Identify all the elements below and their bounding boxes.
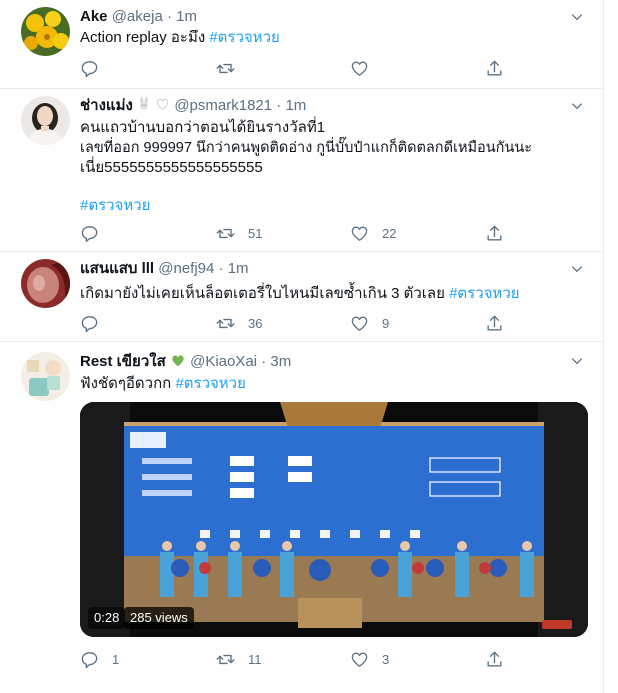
tweet-actions: 51 22 <box>80 221 510 245</box>
tweet-text: ฟังชัดๆอีดวกก #ตรวจหวย <box>80 374 580 394</box>
green-heart-icon <box>170 353 190 370</box>
hashtag-link[interactable]: #ตรวจหวย <box>209 29 279 46</box>
like-button[interactable]: 9 <box>350 311 389 335</box>
reply-icon <box>81 225 98 242</box>
display-name[interactable]: ช่างแม่ง <box>80 97 133 114</box>
timestamp[interactable]: 1m <box>176 8 197 25</box>
tweet-header: Ake @akeja · 1m <box>80 7 197 27</box>
tweet[interactable]: แสนแสบ lll @nefj94 · 1m เกิดมายังไม่เคยเ… <box>0 252 604 342</box>
avatar[interactable] <box>21 7 70 56</box>
retweet-icon <box>216 228 235 238</box>
avatar[interactable] <box>21 352 70 401</box>
reply-button[interactable]: 1 <box>80 647 119 671</box>
tweet-header: Rest เขียวใส @KiaoXai · 3m <box>80 352 291 372</box>
retweet-icon <box>216 654 235 664</box>
hashtag-link[interactable]: #ตรวจหวย <box>175 375 245 392</box>
retweet-count: 11 <box>248 651 262 667</box>
heart-icon <box>351 315 368 331</box>
share-button[interactable] <box>485 311 504 335</box>
retweet-count: 51 <box>248 225 263 241</box>
retweet-count: 36 <box>248 315 263 331</box>
heart-icon <box>351 60 368 76</box>
separator: · <box>166 8 172 25</box>
timeline: Ake @akeja · 1m Action replay อะมึง #ตรว… <box>0 0 604 693</box>
chevron-down-icon[interactable] <box>570 99 584 113</box>
tweet-header: แสนแสบ lll @nefj94 · 1m <box>80 259 249 279</box>
heart-icon <box>351 651 368 667</box>
avatar[interactable] <box>21 96 70 145</box>
username[interactable]: @akeja <box>112 8 163 25</box>
display-name[interactable]: แสนแสบ lll <box>80 260 154 277</box>
like-count: 22 <box>382 225 397 241</box>
rabbit-icon <box>137 97 155 114</box>
like-count: 9 <box>382 315 390 331</box>
timestamp[interactable]: 3m <box>270 353 291 370</box>
reply-icon <box>81 315 98 332</box>
like-button[interactable]: 3 <box>350 647 389 671</box>
tweet-actions: 1 11 3 <box>80 647 510 671</box>
reply-button[interactable] <box>80 311 112 335</box>
share-icon <box>487 60 502 76</box>
timestamp[interactable]: 1m <box>228 260 249 277</box>
retweet-button[interactable]: 36 <box>216 311 262 335</box>
separator: · <box>276 97 282 114</box>
tweet-text-content: ฟังชัดๆอีดวกก <box>80 375 176 392</box>
tweet-text: เกิดมายังไม่เคยเห็นล็อตเตอรี่ใบไหนมีเลขซ… <box>80 284 580 304</box>
like-button[interactable] <box>350 56 382 80</box>
retweet-button[interactable] <box>216 56 248 80</box>
chevron-down-icon[interactable] <box>570 354 584 368</box>
username[interactable]: @psmark1821 <box>174 97 272 114</box>
chevron-down-icon[interactable] <box>570 10 584 24</box>
share-icon <box>487 315 502 331</box>
tweet-text: คนแถวบ้านบอกว่าตอนได้ยินรางวัลที่1 เลขที… <box>80 118 580 216</box>
hashtag-link[interactable]: #ตรวจหวย <box>80 196 580 216</box>
share-icon <box>487 225 502 241</box>
separator: · <box>218 260 224 277</box>
video-duration: 0:28 <box>88 607 126 629</box>
share-button[interactable] <box>485 647 504 671</box>
tweet[interactable]: ช่างแม่ง @psmark1821 · 1m คนแถวบ้านบอกว่… <box>0 89 604 252</box>
hashtag-link[interactable]: #ตรวจหวย <box>449 285 519 302</box>
avatar[interactable] <box>21 259 70 308</box>
like-count: 3 <box>382 651 390 667</box>
share-icon <box>487 651 502 667</box>
video-thumbnail <box>80 402 588 637</box>
white-heart-icon <box>155 97 174 114</box>
video-views: 285 views <box>124 607 194 629</box>
like-button[interactable]: 22 <box>350 221 396 245</box>
reply-icon <box>81 651 98 668</box>
chevron-down-icon[interactable] <box>570 262 584 276</box>
tweet-header: ช่างแม่ง @psmark1821 · 1m <box>80 96 306 116</box>
display-name[interactable]: Rest เขียวใส <box>80 353 166 370</box>
username[interactable]: @KiaoXai <box>190 353 257 370</box>
tweet-text: Action replay อะมึง #ตรวจหวย <box>80 28 580 48</box>
tweet-text-content: Action replay อะมึง <box>80 29 210 46</box>
retweet-button[interactable]: 51 <box>216 221 262 245</box>
tweet-text-content: เกิดมายังไม่เคยเห็นล็อตเตอรี่ใบไหนมีเลขซ… <box>80 285 450 302</box>
tweet-actions <box>80 56 510 80</box>
tweet-text-line: คนแถวบ้านบอกว่าตอนได้ยินรางวัลที่1 <box>80 119 326 136</box>
tweet-text-line: เลขที่ออก 999997 นึกว่าคนพูดติดอ่าง กูนี… <box>80 140 533 156</box>
tweet-text-line: เนี่ย5555555555555555555 <box>80 159 263 176</box>
share-button[interactable] <box>485 221 504 245</box>
reply-count: 1 <box>112 651 120 667</box>
username[interactable]: @nefj94 <box>158 260 214 277</box>
share-button[interactable] <box>485 56 504 80</box>
video-player[interactable]: 0:28 285 views <box>80 402 588 637</box>
display-name[interactable]: Ake <box>80 8 108 25</box>
retweet-button[interactable]: 11 <box>216 647 262 671</box>
tweet-actions: 36 9 <box>80 311 510 335</box>
tweet[interactable]: Ake @akeja · 1m Action replay อะมึง #ตรว… <box>0 0 604 89</box>
retweet-icon <box>216 63 235 73</box>
separator: · <box>261 353 267 370</box>
reply-button[interactable] <box>80 56 112 80</box>
reply-button[interactable] <box>80 221 112 245</box>
tweet[interactable]: Rest เขียวใส @KiaoXai · 3m ฟังชัดๆอีดวกก… <box>0 342 604 693</box>
timestamp[interactable]: 1m <box>285 97 306 114</box>
reply-icon <box>81 60 98 77</box>
heart-icon <box>351 225 368 241</box>
retweet-icon <box>216 318 235 328</box>
